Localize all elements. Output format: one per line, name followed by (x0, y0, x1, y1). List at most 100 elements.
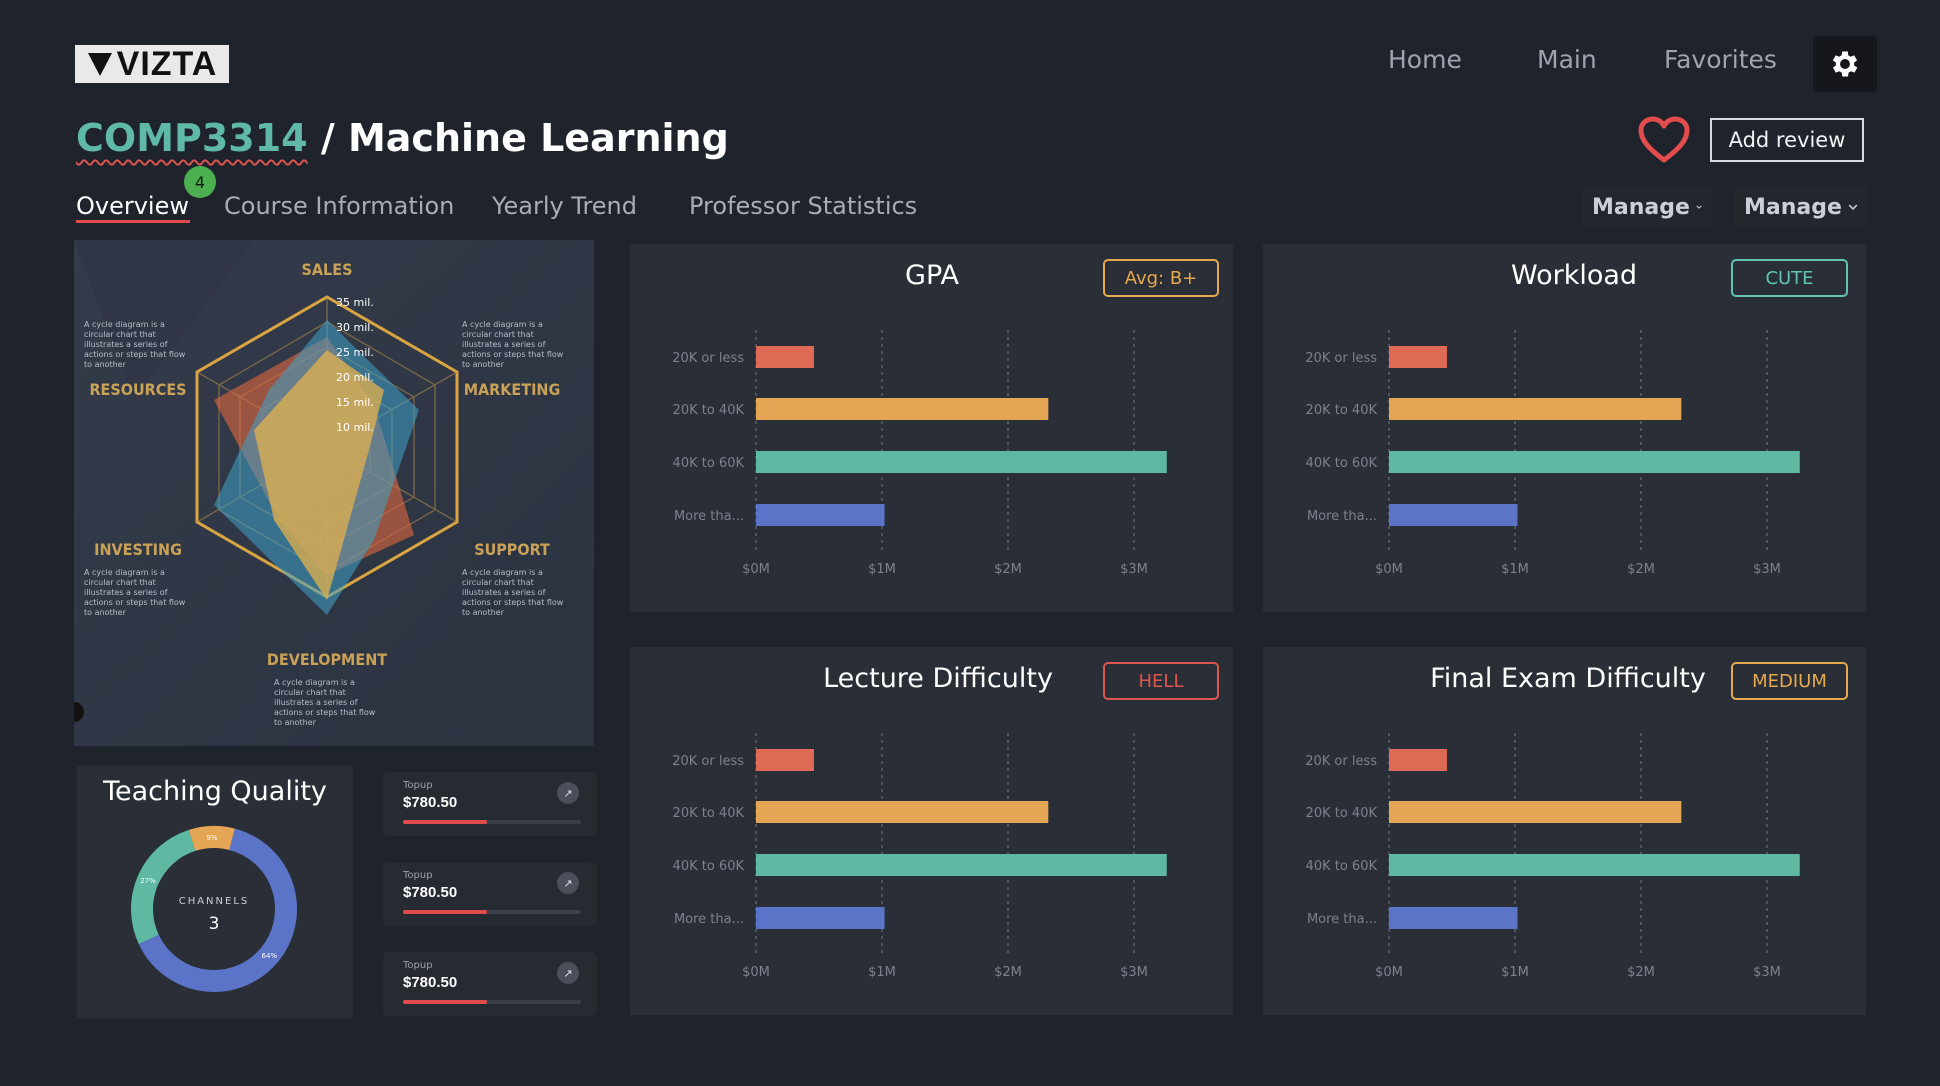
x-tick-label: $0M (742, 562, 770, 577)
bar (1389, 451, 1800, 473)
tab-overview[interactable]: Overview (76, 192, 189, 220)
x-tick-label: $3M (1120, 965, 1148, 980)
radar-axis-resources: RESOURCES (89, 380, 186, 399)
active-tab-underline (76, 220, 190, 223)
x-tick-label: $3M (1753, 965, 1781, 980)
bar (1389, 504, 1518, 526)
x-tick-label: $0M (1375, 965, 1403, 980)
page-title: COMP3314 / Machine Learning (76, 116, 729, 160)
notification-badge: 4 (184, 166, 216, 198)
x-tick-label: $1M (868, 965, 896, 980)
course-code[interactable]: COMP3314 (76, 116, 308, 160)
y-category-label: More tha... (1307, 509, 1377, 524)
x-tick-label: $0M (742, 965, 770, 980)
course-name: Machine Learning (347, 116, 729, 160)
topup-progress-track (403, 910, 581, 914)
radar-caption: A cycle diagram is a circular chart that… (84, 320, 186, 369)
topup-amount: $780.50 (403, 884, 458, 901)
vizta-logo[interactable]: VIZTA (75, 45, 229, 83)
teaching-quality-donut: 9% 64% 27% (131, 826, 297, 992)
workload-panel: Workload CUTE $0M $1M $2M $3M 20K or less 20K… (1263, 244, 1866, 612)
bar (756, 854, 1167, 876)
bar (756, 749, 814, 771)
radar-caption: A cycle diagram is a circular chart that… (462, 568, 564, 617)
topup-label: Topup (403, 870, 433, 881)
y-category-label: 40K to 60K (1306, 456, 1378, 471)
x-tick-label: $2M (994, 562, 1022, 577)
radar-axis-marketing: MARKETING (464, 380, 561, 399)
tab-professor-statistics[interactable]: Professor Statistics (689, 192, 917, 220)
tab-yearly-trend[interactable]: Yearly Trend (492, 192, 637, 220)
x-tick-label: $0M (1375, 562, 1403, 577)
topup-card[interactable]: Topup $780.50 ↗ (383, 772, 597, 836)
bar (1389, 346, 1447, 368)
bar (1389, 398, 1682, 420)
tab-course-information[interactable]: Course Information (224, 192, 454, 220)
donut-center-label: CHANNELS (178, 896, 250, 907)
topup-progress-fill (403, 1000, 487, 1004)
bar (756, 504, 885, 526)
gpa-bar-chart: $0M $1M $2M $3M 20K or less 20K to 40K 40K to … (672, 330, 1167, 577)
y-category-label: 20K to 40K (673, 806, 745, 821)
topup-card[interactable]: Topup $780.50 ↗ (383, 952, 597, 1016)
y-category-label: 40K to 60K (673, 456, 745, 471)
heart-icon (1638, 116, 1690, 163)
radar-caption: A cycle diagram is a circular chart that… (274, 678, 376, 727)
radar-ring-label: 20 mil. (336, 371, 374, 384)
nav-main[interactable]: Main (1537, 45, 1597, 74)
y-category-label: 20K to 40K (1306, 403, 1378, 418)
bar (1389, 907, 1518, 929)
radar-ring-label: 35 mil. (336, 296, 374, 309)
radar-ring-label: 30 mil. (336, 321, 374, 334)
add-review-button[interactable]: Add review (1710, 118, 1864, 162)
chevron-down-icon (1848, 204, 1858, 211)
x-tick-label: $1M (1501, 965, 1529, 980)
radar-axis-support: SUPPORT (474, 540, 550, 559)
nav-favorites[interactable]: Favorites (1664, 45, 1777, 74)
x-tick-label: $2M (1627, 562, 1655, 577)
bar (1389, 801, 1682, 823)
y-category-label: 20K or less (1305, 351, 1377, 366)
final-exam-difficulty-bar-chart: $0M $1M $2M $3M 20K or less 20K to 40K 40K to … (1305, 733, 1800, 980)
topup-progress-fill (403, 820, 487, 824)
x-tick-label: $1M (868, 562, 896, 577)
topup-card[interactable]: Topup $780.50 ↗ (383, 862, 597, 926)
final-exam-difficulty-panel: Final Exam Difficulty MEDIUM $0M $1M $2M $3… (1263, 647, 1866, 1015)
radar-axis-development: DEVELOPMENT (267, 650, 387, 669)
manage-label: Manage (1744, 194, 1842, 220)
y-category-label: 20K or less (672, 754, 744, 769)
y-category-label: More tha... (674, 912, 744, 927)
bar (756, 801, 1049, 823)
donut-slice-label: 64% (262, 952, 278, 960)
radar-chart-image: SALES MARKETING SUPPORT DEVELOPMENT INVE… (64, 240, 594, 746)
y-category-label: 20K to 40K (1306, 806, 1378, 821)
title-separator: / (307, 116, 348, 160)
topup-amount: $780.50 (403, 974, 458, 991)
x-tick-label: $3M (1753, 562, 1781, 577)
topup-progress-fill (403, 910, 487, 914)
lecture-difficulty-bar-chart: $0M $1M $2M $3M 20K or less 20K to 40K 40K to … (672, 733, 1167, 980)
x-tick-label: $1M (1501, 562, 1529, 577)
radar-axis-sales: SALES (302, 260, 353, 279)
arrow-up-right-icon[interactable]: ↗ (557, 872, 579, 894)
gear-icon (1832, 51, 1858, 77)
gpa-panel: GPA Avg: B+ $0M $1M $2M $3M 20K or less 20K t… (630, 244, 1233, 612)
donut-center-value: 3 (208, 914, 220, 934)
bar (756, 907, 885, 929)
y-category-label: More tha... (1307, 912, 1377, 927)
radar-caption: A cycle diagram is a circular chart that… (462, 320, 564, 369)
favorite-button[interactable] (1638, 116, 1690, 168)
radar-ring-label: 10 mil. (336, 421, 374, 434)
settings-button[interactable] (1813, 36, 1877, 92)
bar (756, 398, 1049, 420)
arrow-up-right-icon[interactable]: ↗ (557, 962, 579, 984)
y-category-label: 20K to 40K (673, 403, 745, 418)
nav-home[interactable]: Home (1388, 45, 1462, 74)
manage-dropdown-2[interactable]: Manage (1734, 186, 1868, 228)
manage-dropdown-1[interactable]: Manage (1582, 186, 1712, 228)
lecture-difficulty-panel: Lecture Difficulty HELL $0M $1M $2M $3M 20K … (630, 647, 1233, 1015)
workload-bar-chart: $0M $1M $2M $3M 20K or less 20K to 40K 40K to … (1305, 330, 1800, 577)
radar-ring-label: 25 mil. (336, 346, 374, 359)
x-tick-label: $2M (994, 965, 1022, 980)
arrow-up-right-icon[interactable]: ↗ (557, 782, 579, 804)
